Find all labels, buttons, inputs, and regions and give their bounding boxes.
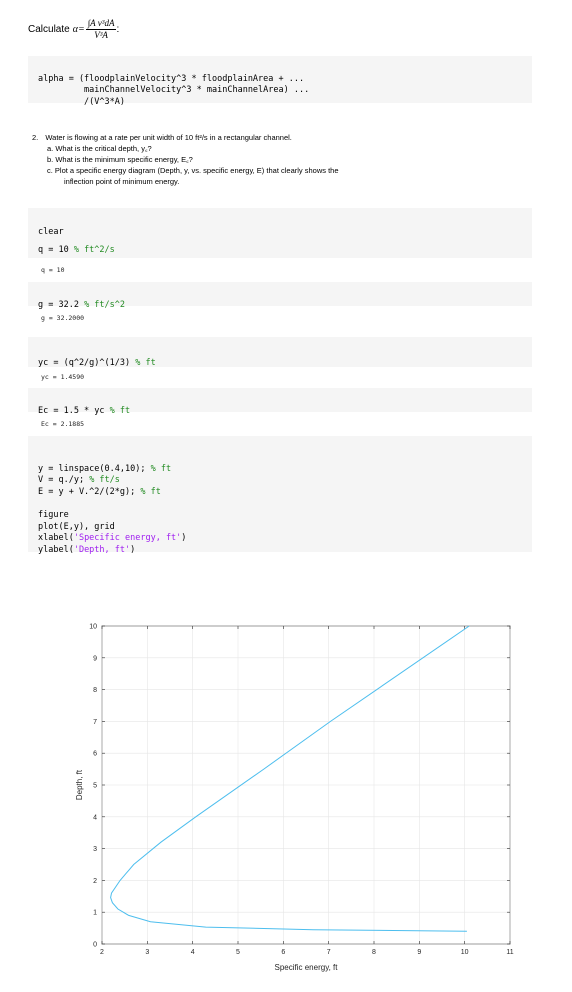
y-axis-label: Depth, ft	[75, 769, 84, 800]
y-tick-label: 9	[93, 655, 97, 662]
specific-energy-chart: 2 3 4 5 6 7 8 9 10 11 0 1 2 3 4 5 6 7 8 9 10 Specific energy…	[75, 624, 514, 973]
x-tick-label: 2	[100, 949, 104, 956]
x-tick-label: 9	[417, 949, 421, 956]
y-tick-label: 4	[93, 814, 97, 821]
y-tick-label: 8	[93, 687, 97, 694]
y-tick-label: 3	[93, 846, 97, 853]
x-tick-label: 4	[191, 949, 195, 956]
y-tick-label: 2	[93, 878, 97, 885]
x-tick-label: 6	[281, 949, 285, 956]
x-tick-label: 11	[506, 949, 513, 956]
y-tick-label: 1	[93, 910, 97, 917]
x-axis-label: Specific energy, ft	[275, 963, 339, 972]
y-tick-label: 6	[93, 751, 97, 758]
x-tick-label: 7	[327, 949, 331, 956]
x-tick-label: 8	[372, 949, 376, 956]
x-tick-label: 5	[236, 949, 240, 956]
y-tick-label: 7	[93, 719, 97, 726]
y-tick-label: 10	[89, 624, 97, 631]
y-tick-label: 0	[93, 942, 97, 949]
y-tick-label: 5	[93, 783, 97, 790]
x-tick-label: 3	[145, 949, 149, 956]
x-tick-label: 10	[461, 949, 469, 956]
